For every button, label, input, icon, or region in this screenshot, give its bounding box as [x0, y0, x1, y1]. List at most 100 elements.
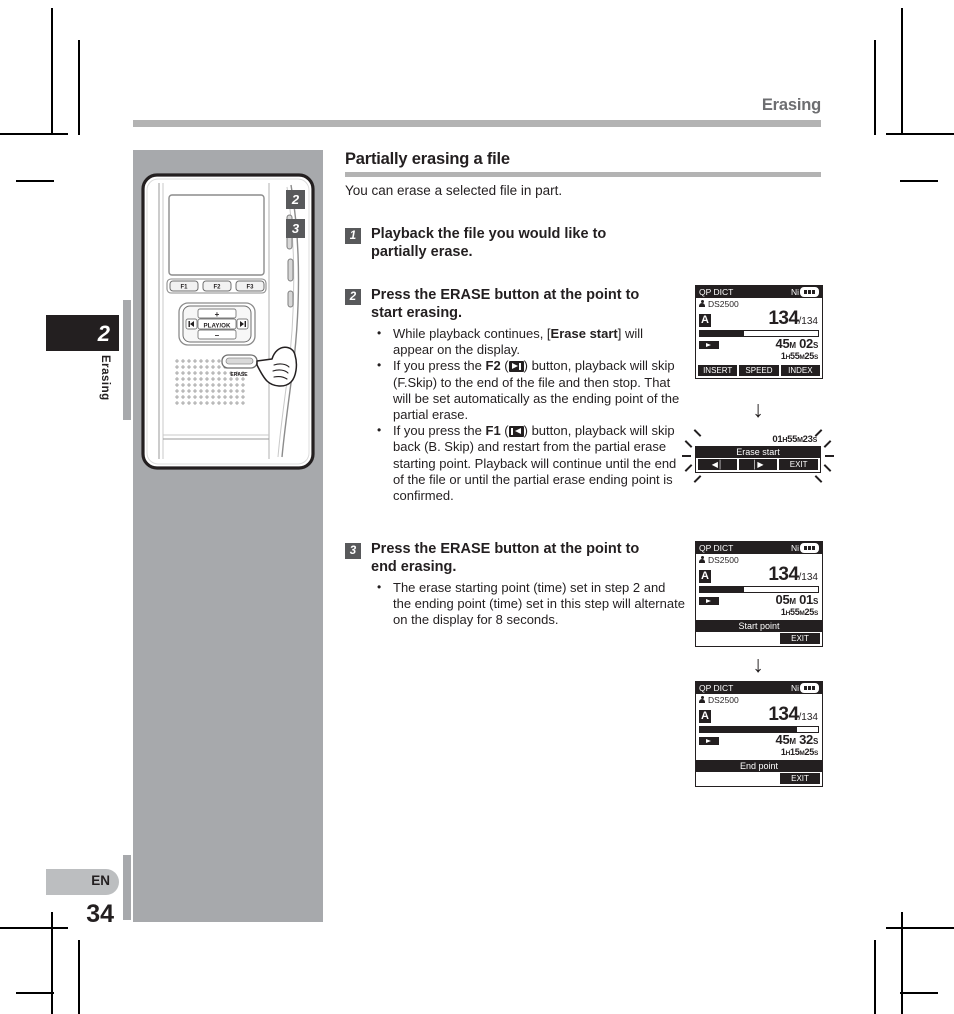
crop-mark-tl-h [0, 133, 68, 135]
crop-mark-br-h [886, 927, 954, 929]
folder-badge: A [699, 570, 711, 583]
step-2-title-a: Press the [371, 287, 441, 303]
step-2-bullet-3: If you press the F1 () button, playback … [371, 422, 685, 504]
total-min: 15 [789, 747, 800, 757]
b2-1-b: Erase start [550, 326, 618, 341]
step-2-bullet-2: If you press the F2 () button, playback … [371, 357, 685, 423]
step-3-title-a: Press the [371, 541, 441, 557]
crop-mark-bl-v2 [78, 940, 80, 1014]
b2-3-a: If you press the [393, 423, 486, 439]
lcd-author-name: DS2500 [708, 299, 739, 309]
erase-start-banner: Erase start [695, 446, 821, 458]
soft-key-speed[interactable]: SPEED [739, 365, 779, 376]
battery-type-label: Ni [790, 683, 799, 693]
blink-dash [684, 440, 693, 448]
callout-badge-2: 2 [286, 190, 305, 209]
callout-badge-3: 3 [286, 219, 305, 238]
crop-mark-tl-v2 [78, 40, 80, 135]
total-sec-unit: S [813, 750, 818, 757]
lcd-mode-label: QP DICT [699, 683, 734, 693]
erase-start-time: 01H55M23S [695, 434, 821, 446]
step-1-title-line1: Playback the file you would like to [371, 226, 607, 242]
total-time: 1H55M25S [776, 607, 818, 619]
soft-key-index[interactable]: INDEX [780, 365, 820, 376]
b2-2-a: If you press the [393, 358, 486, 374]
lcd-soft-key-row: EXIT [696, 632, 822, 646]
svg-text:ERASE: ERASE [230, 372, 248, 378]
battery-indicator: Ni [791, 287, 819, 297]
battery-icon [800, 543, 819, 553]
crop-mark-tl-h2 [16, 180, 54, 182]
elapsed-min: 45 [775, 732, 790, 747]
play-icon [699, 341, 719, 349]
svg-text:PLAY/OK: PLAY/OK [204, 323, 231, 330]
lcd-status-bar: QP DICT Ni [696, 682, 822, 694]
total-min: 55 [789, 607, 800, 617]
intro-paragraph: You can erase a selected file in part. [345, 183, 563, 198]
b2-2-f2: F2 [485, 358, 501, 374]
step-3-title-erase: ERASE [440, 541, 491, 557]
battery-type-label: Ni [790, 287, 799, 297]
step-2-bullets: While playback continues, [Erase start] … [371, 325, 685, 504]
person-icon [699, 299, 705, 309]
es-min: 55 [787, 434, 798, 445]
lcd-file-counter: A 134/134 [696, 565, 822, 585]
lcd-time-row: 45M 02S 1H55M25S [696, 336, 822, 364]
step-3-bullets: The erase starting point (time) set in s… [371, 579, 685, 629]
running-head: Erasing [761, 96, 821, 114]
b2-3-f1: F1 [485, 423, 501, 439]
lcd-screen-playback: QP DICT Ni DS2500 A 134/134 45M 02S 1H55… [695, 285, 823, 379]
soft-key-insert[interactable]: INSERT [698, 365, 738, 376]
file-total: /134 [798, 316, 818, 327]
blink-dash [682, 455, 691, 457]
folder-badge: A [699, 314, 711, 327]
svg-text:–: – [215, 331, 220, 340]
soft-key-exit[interactable]: EXIT [780, 633, 820, 644]
crop-mark-tl-v [51, 8, 53, 135]
soft-key-next[interactable]: │▶ [738, 459, 778, 470]
lcd-author-name: DS2500 [708, 695, 739, 705]
crop-mark-br-v2 [874, 940, 876, 1014]
person-icon [699, 695, 705, 705]
page-edge-bar-top [123, 300, 131, 420]
blink-dash [825, 455, 834, 457]
end-point-banner: End point [696, 760, 822, 772]
elapsed-time: 45M 32S [775, 732, 819, 747]
es-sec: 23 [802, 434, 813, 445]
progress-bar [699, 330, 819, 337]
total-min: 55 [789, 351, 800, 361]
step-2-title-c: button at the point to [490, 287, 640, 303]
step-3-title-line2: end erasing. [371, 558, 457, 575]
svg-text:F3: F3 [246, 285, 254, 291]
lcd-screen-end-point: QP DICT Ni DS2500 A 134/134 45M 32S 1H15… [695, 681, 823, 787]
crop-mark-tr-v [901, 8, 903, 135]
step-3-bullet-1: The erase starting point (time) set in s… [371, 579, 685, 629]
soft-key-exit[interactable]: EXIT [780, 773, 820, 784]
crop-mark-tr-h [886, 133, 954, 135]
step-badge-1: 1 [345, 228, 361, 244]
forward-skip-icon [508, 361, 524, 373]
soft-key-exit[interactable]: EXIT [779, 459, 819, 470]
progress-bar [699, 726, 819, 733]
page-title: Partially erasing a file [345, 150, 510, 168]
chapter-tab-label-text: Erasing [99, 355, 111, 401]
total-sec-unit: S [813, 354, 818, 361]
crop-mark-tr-h2 [900, 180, 938, 182]
blink-dash [814, 475, 823, 483]
elapsed-time: 45M 02S [775, 336, 819, 351]
elapsed-min: 45 [775, 336, 790, 351]
lcd-file-counter: A 134/134 [696, 705, 822, 725]
folder-badge: A [699, 710, 711, 723]
chapter-tab: 2 [46, 315, 119, 351]
svg-text:F1: F1 [180, 285, 188, 291]
elapsed-sec: 01 [799, 592, 813, 607]
elapsed-sec: 02 [799, 336, 813, 351]
section-rule [345, 172, 821, 177]
battery-icon [800, 287, 819, 297]
b2-3-c: ( [500, 423, 509, 439]
page-edge-bar-bottom [123, 855, 131, 920]
elapsed-min-unit: M [789, 597, 796, 606]
elapsed-time: 05M 01S [776, 592, 819, 607]
step-2-title-line2: start erasing. [371, 304, 463, 321]
soft-key-prev[interactable]: ◀│ [698, 459, 737, 470]
